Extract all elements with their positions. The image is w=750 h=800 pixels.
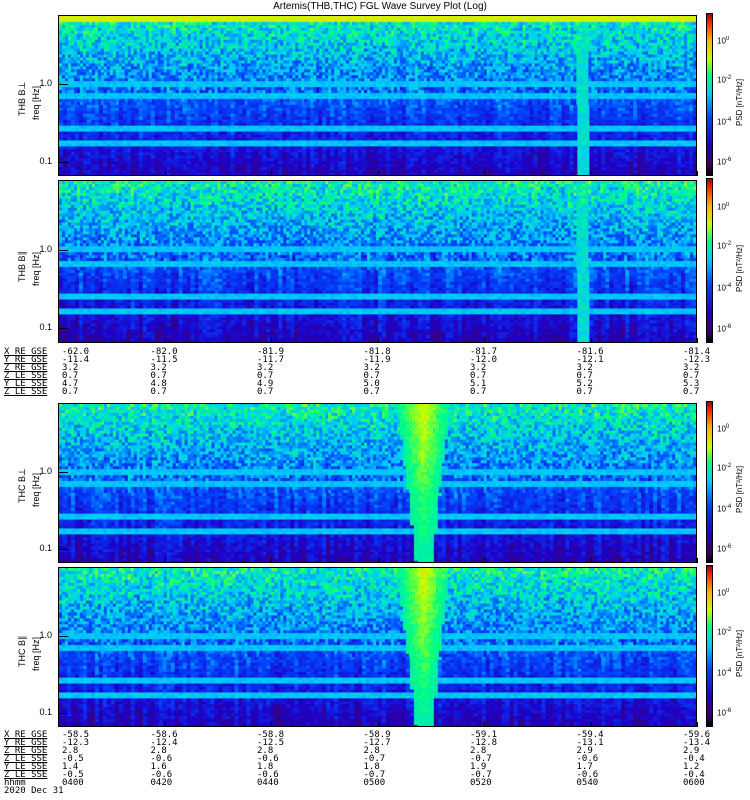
xtick-mark xyxy=(58,171,59,176)
colorbar-tick-label: 10-2 xyxy=(717,75,732,85)
xtick-mark xyxy=(58,722,59,727)
panel-label: THB B⊥ xyxy=(17,81,27,116)
colorbar-tick-label: 10-4 xyxy=(717,504,732,514)
colorbar-tick-label: 10-6 xyxy=(717,544,732,554)
xtick-mark xyxy=(271,722,272,727)
ephemeris-value: 0600 xyxy=(683,778,705,788)
colorbar-label: PSD [nT²/Hz] xyxy=(735,78,744,126)
ephemeris-value: 0.7 xyxy=(363,387,380,397)
date-label: 2020 Dec 31 xyxy=(4,786,64,796)
colorbar-tick-label: 10-6 xyxy=(717,708,732,718)
xtick-mark xyxy=(590,171,592,176)
ytick-mark xyxy=(58,635,68,637)
colorbar-tick-label: 10-4 xyxy=(717,668,732,678)
ephemeris-value: 0500 xyxy=(363,778,386,788)
colorbar-tick-label: 10-2 xyxy=(717,626,732,637)
ephemeris-value: 0440 xyxy=(257,778,279,788)
spectrogram-panel-thc-bpar xyxy=(58,567,697,727)
xtick-mark xyxy=(164,171,166,176)
panel-label: THB B∥ xyxy=(17,250,27,282)
ephemeris-value: 0420 xyxy=(150,778,173,788)
colorbar-tick-label: 10-2 xyxy=(717,462,732,473)
xtick-mark xyxy=(484,338,485,343)
spectrogram-panel-thb-bpar xyxy=(58,180,697,343)
xtick-mark xyxy=(377,338,379,343)
colorbar-tick-label: 100 xyxy=(717,424,730,434)
freq-axis-label: freq [Hz] xyxy=(31,85,41,120)
colorbar-label: PSD [nT²/Hz] xyxy=(735,629,744,677)
xtick-mark xyxy=(164,338,166,343)
ytick-mark xyxy=(58,84,68,86)
spectrogram-image xyxy=(59,404,696,562)
xtick-mark xyxy=(377,722,379,727)
wave-survey-plot: Artemis(THB,THC) FGL Wave Survey Plot (L… xyxy=(0,0,750,800)
xtick-mark xyxy=(484,558,485,563)
colorbar-tick-label: 10-6 xyxy=(717,157,732,167)
xtick-mark xyxy=(697,338,698,343)
colorbar-tick-label: 10-2 xyxy=(717,240,732,251)
plot-title: Artemis(THB,THC) FGL Wave Survey Plot (L… xyxy=(273,1,487,12)
spectrogram-panel-thc-bperp xyxy=(58,403,697,563)
colorbar-tick-label: 10-4 xyxy=(717,283,732,293)
freq-axis-label: freq [Hz] xyxy=(31,251,41,286)
xtick-mark xyxy=(697,558,698,563)
ephemeris-value: 0400 xyxy=(62,778,84,788)
colorbar xyxy=(706,13,713,176)
colorbar-tick-label: 10-6 xyxy=(717,323,732,334)
xtick-mark xyxy=(164,558,166,563)
ytick-mark xyxy=(58,161,68,163)
panel-label: THC B∥ xyxy=(17,635,27,668)
ytick-mark xyxy=(58,250,68,252)
ephemeris-value: 0.7 xyxy=(62,387,79,397)
colorbar xyxy=(706,178,713,343)
colorbar-tick-label: 10-4 xyxy=(717,116,732,127)
spectrogram-image xyxy=(59,181,696,342)
colorbar xyxy=(706,401,713,563)
colorbar-tick-label: 100 xyxy=(717,201,730,212)
xtick-mark xyxy=(271,558,272,563)
colorbar-label: PSD [nT²/Hz] xyxy=(735,244,744,292)
xtick-mark xyxy=(271,171,272,176)
spectrogram-image xyxy=(59,16,696,175)
ephemeris-value: 0540 xyxy=(576,778,599,788)
xtick-mark xyxy=(590,558,592,563)
xtick-mark xyxy=(271,338,272,343)
xtick-mark xyxy=(484,171,485,176)
xtick-mark xyxy=(590,722,592,727)
xtick-mark xyxy=(377,171,379,176)
freq-axis-label: freq [Hz] xyxy=(31,472,41,507)
ytick-label: 0.1 xyxy=(39,706,52,717)
colorbar-label: PSD [nT²/Hz] xyxy=(735,465,744,513)
freq-axis-label: freq [Hz] xyxy=(31,636,41,671)
ephemeris-row-label: Z_LE_SSE xyxy=(4,387,48,397)
colorbar xyxy=(706,565,713,727)
ephemeris-value: 0.7 xyxy=(257,387,274,397)
ytick-mark xyxy=(58,712,68,714)
xtick-mark xyxy=(164,722,166,727)
ytick-mark xyxy=(58,548,68,550)
ytick-label: 0.1 xyxy=(39,542,52,553)
colorbar-tick-label: 100 xyxy=(717,36,730,47)
ephemeris-value: 0.7 xyxy=(150,387,167,397)
spectrogram-panel-thb-bperp xyxy=(58,15,697,176)
ytick-mark xyxy=(58,471,68,473)
colorbar-tick-label: 100 xyxy=(717,588,730,598)
ephemeris-value: 0520 xyxy=(470,778,492,788)
xtick-mark xyxy=(58,338,59,343)
ytick-mark xyxy=(58,328,68,330)
xtick-mark xyxy=(377,558,379,563)
ytick-label: 0.1 xyxy=(39,322,52,333)
xtick-mark xyxy=(697,722,698,727)
xtick-mark xyxy=(484,722,485,727)
xtick-mark xyxy=(697,171,698,176)
ytick-label: 0.1 xyxy=(39,155,52,166)
spectrogram-image xyxy=(59,568,696,726)
ephemeris-value: 0.7 xyxy=(470,387,487,397)
xtick-mark xyxy=(58,558,59,563)
xtick-mark xyxy=(590,338,592,343)
panel-label: THC B⊥ xyxy=(17,468,27,503)
ephemeris-value: 0.7 xyxy=(683,387,700,397)
ephemeris-value: 0.7 xyxy=(576,387,593,397)
